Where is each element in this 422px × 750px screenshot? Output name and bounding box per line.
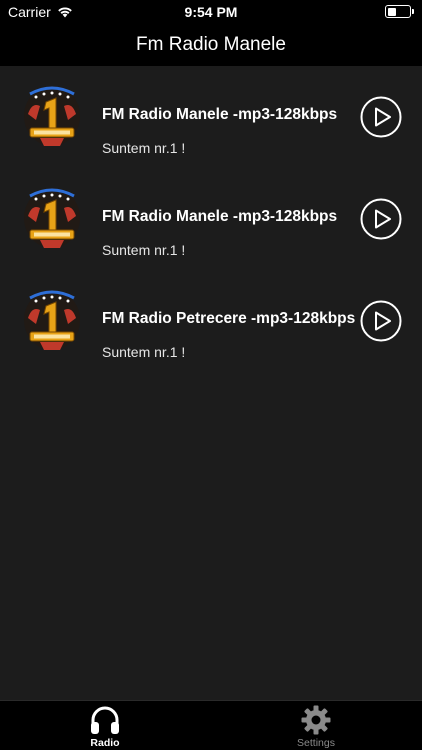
status-bar: Carrier 9:54 PM <box>0 0 422 24</box>
page-title: Fm Radio Manele <box>136 34 286 55</box>
tab-settings[interactable]: Settings <box>276 704 356 750</box>
station-subtitle: Suntem nr.1 ! <box>102 140 186 156</box>
headphones-icon <box>91 706 119 734</box>
station-row[interactable]: FM Radio Manele -mp3-128kbps Suntem nr.1… <box>0 168 422 270</box>
tab-radio-label: Radio <box>90 737 120 749</box>
station-subtitle: Suntem nr.1 ! <box>102 344 186 360</box>
tab-bar: Radio Settings <box>0 700 422 750</box>
station-row[interactable]: FM Radio Petrecere -mp3-128kbps Suntem n… <box>0 270 422 372</box>
battery-icon <box>385 5 414 18</box>
station-title: FM Radio Manele -mp3-128kbps <box>102 106 338 123</box>
tab-settings-label: Settings <box>297 737 335 749</box>
station-logo-icon <box>24 290 80 350</box>
station-title: FM Radio Petrecere -mp3-128kbps <box>102 310 356 327</box>
play-icon[interactable] <box>360 300 402 342</box>
nav-bar: Fm Radio Manele <box>0 24 422 66</box>
status-time: 9:54 PM <box>184 4 238 20</box>
tab-radio[interactable]: Radio <box>65 704 145 750</box>
play-icon[interactable] <box>360 96 402 138</box>
station-subtitle: Suntem nr.1 ! <box>102 242 186 258</box>
station-list: FM Radio Manele -mp3-128kbps Suntem nr.1… <box>0 66 422 372</box>
station-logo-icon <box>24 188 80 248</box>
gear-icon <box>301 705 331 735</box>
station-title: FM Radio Manele -mp3-128kbps <box>102 208 338 225</box>
station-row[interactable]: FM Radio Manele -mp3-128kbps Suntem nr.1… <box>0 66 422 168</box>
play-icon[interactable] <box>360 198 402 240</box>
station-logo-icon <box>24 86 80 146</box>
